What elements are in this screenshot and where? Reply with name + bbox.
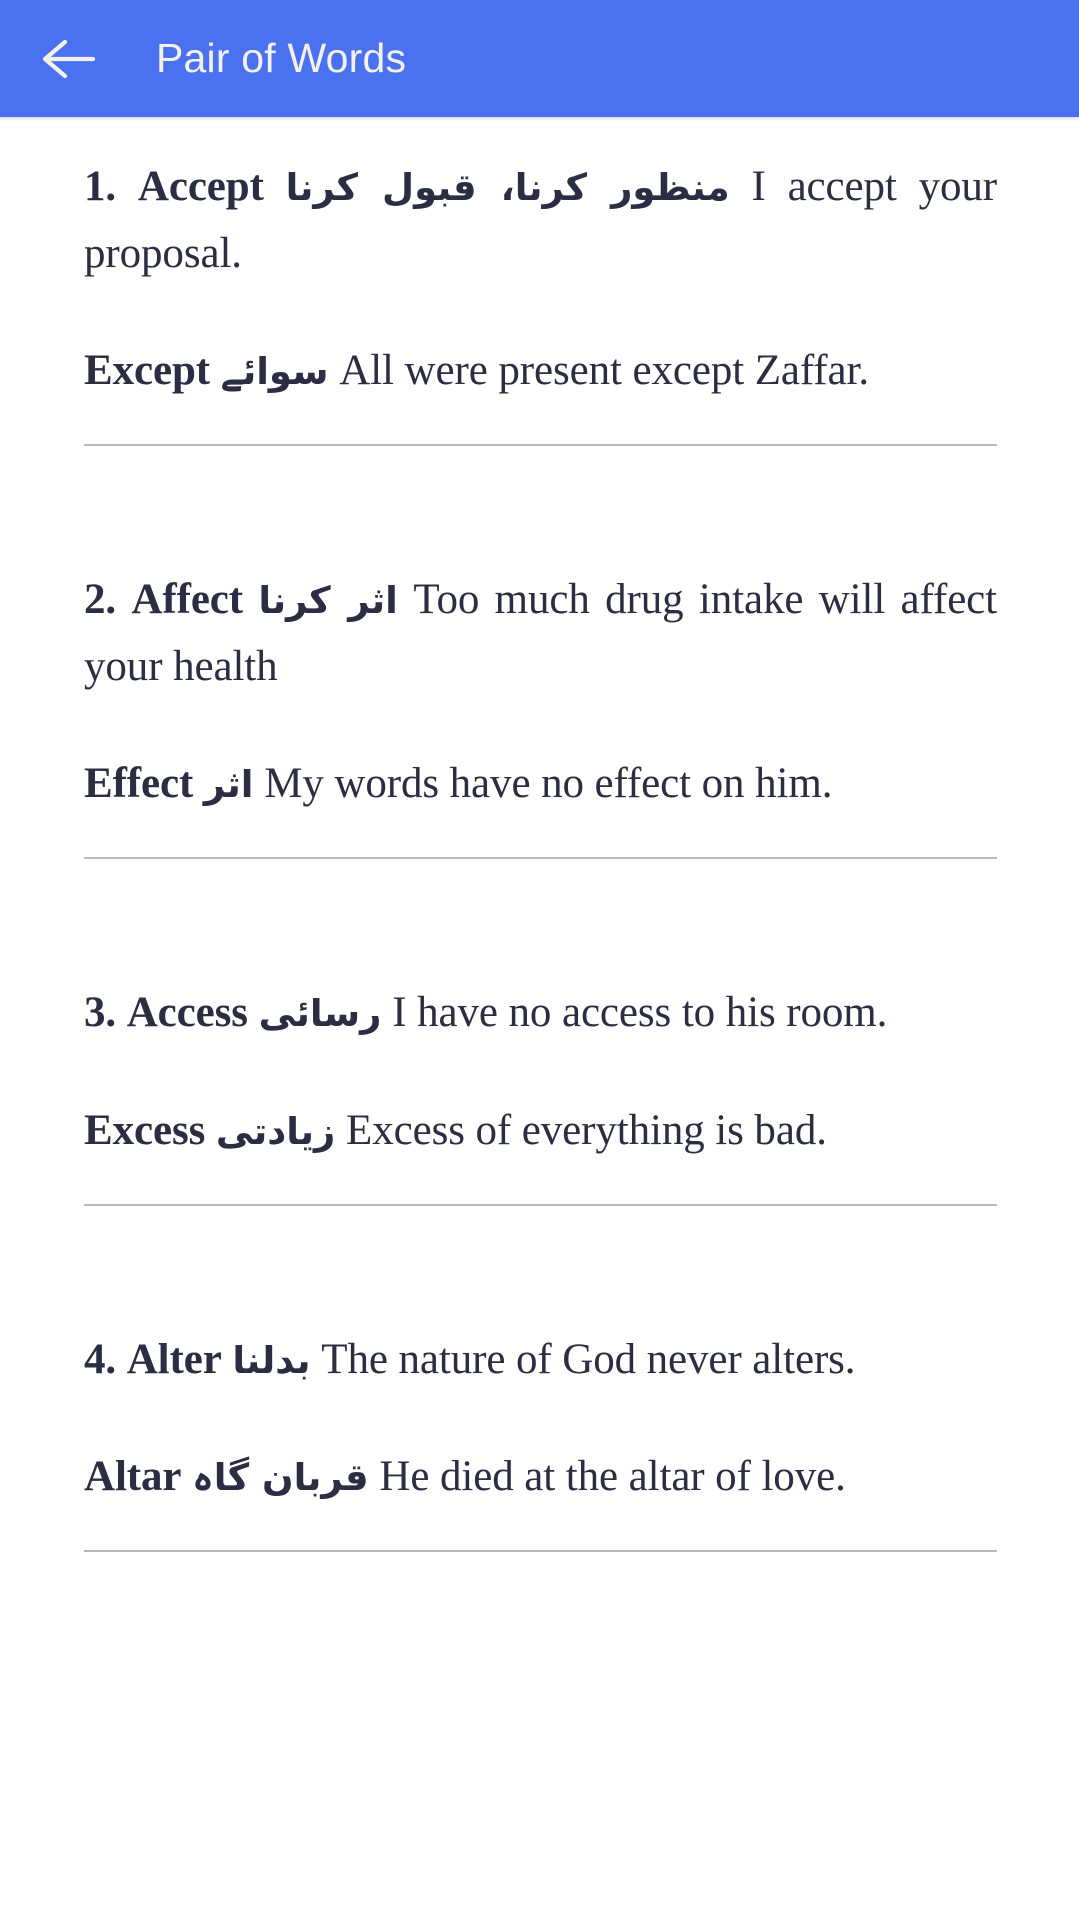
entry-spacer [84, 446, 997, 566]
entry-sentence: Excess of everything is bad. [346, 1106, 827, 1154]
entry-primary-line: 4. Alter بدلنا The nature of God never a… [84, 1326, 997, 1393]
entry-primary-line: 2. Affect اثر کرنا Too much drug intake … [84, 566, 997, 700]
entry-spacer [84, 1206, 997, 1326]
entry-urdu: قربان گاہ [192, 1455, 369, 1499]
entry-term: Accept [137, 163, 264, 210]
entry-sentence: He died at the altar of love. [379, 1452, 846, 1500]
entry-urdu: اثر کرنا [258, 579, 398, 623]
entry-urdu: رسائی [258, 992, 382, 1036]
entry-secondary-line: Altar قربان گاہ He died at the altar of … [84, 1443, 997, 1510]
word-pair-entry: 4. Alter بدلنا The nature of God never a… [84, 1326, 997, 1552]
entry-term: Except [84, 347, 210, 395]
word-pair-entry: 2. Affect اثر کرنا Too much drug intake … [84, 566, 997, 860]
entry-urdu: سوائے [220, 350, 329, 394]
word-pair-entry: 3. Access رسائی I have no access to his … [84, 979, 997, 1206]
entry-term: Excess [84, 1106, 206, 1154]
entry-spacer [84, 859, 997, 979]
entry-urdu: منظور کرنا، قبول کرنا [285, 166, 730, 209]
page-title: Pair of Words [156, 35, 407, 81]
entry-sentence: My words have no effect on him. [264, 760, 833, 808]
word-pair-list: 1. Accept منظور کرنا، قبول کرنا I accept… [0, 117, 1079, 1552]
entry-term: Effect [84, 760, 194, 808]
entry-term: Affect [131, 576, 244, 624]
entry-urdu: اثر [203, 763, 254, 807]
entry-number: 4. [84, 1335, 117, 1383]
entry-secondary-line: Excess زیادتی Excess of everything is ba… [84, 1097, 997, 1164]
entry-divider [84, 1549, 997, 1552]
entry-number: 3. [84, 989, 117, 1037]
entry-primary-line: 3. Access رسائی I have no access to his … [84, 979, 997, 1046]
entry-sentence: The nature of God never alters. [321, 1335, 856, 1383]
entry-secondary-line: Except سوائے All were present except Zaf… [84, 337, 997, 404]
entry-term: Alter [126, 1335, 222, 1383]
entry-term: Altar [84, 1452, 182, 1500]
arrow-left-icon [41, 37, 97, 81]
entry-term: Access [126, 989, 248, 1037]
app-bar: Pair of Words [0, 0, 1079, 121]
entry-secondary-line: Effect اثر My words have no effect on hi… [84, 750, 997, 817]
entry-number: 2. [84, 576, 117, 624]
top-spacer [84, 117, 997, 153]
back-button[interactable] [38, 28, 100, 90]
entry-sentence: All were present except Zaffar. [339, 347, 870, 395]
word-pair-entry: 1. Accept منظور کرنا، قبول کرنا I accept… [84, 153, 997, 447]
entry-sentence: I have no access to his room. [392, 989, 888, 1037]
entry-primary-line: 1. Accept منظور کرنا، قبول کرنا I accept… [84, 153, 997, 287]
entry-urdu: بدلنا [232, 1338, 311, 1382]
entry-number: 1. [84, 163, 117, 210]
entry-urdu: زیادتی [215, 1109, 336, 1153]
